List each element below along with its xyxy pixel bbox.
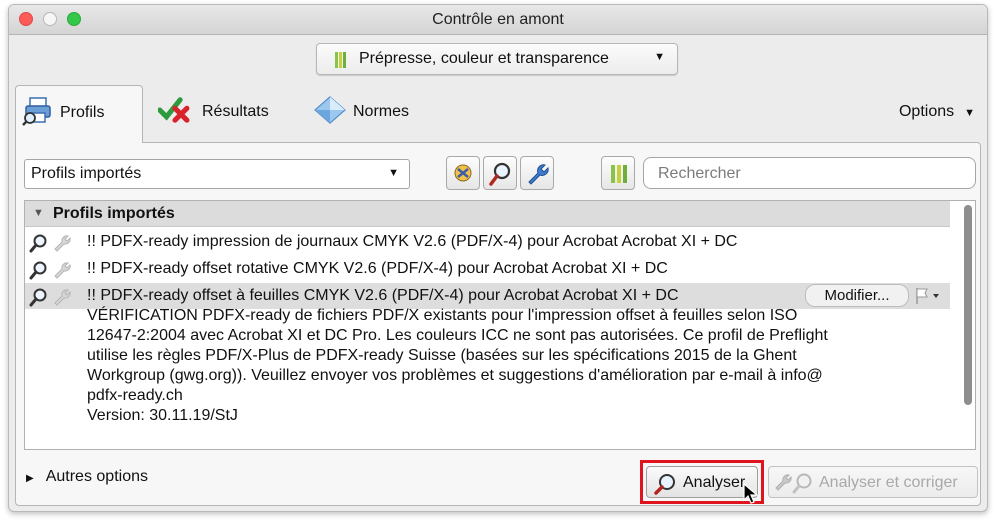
wrench-icon[interactable] <box>53 287 73 307</box>
color-filter-button[interactable] <box>601 156 635 190</box>
options-menu-button[interactable]: Options ▼ <box>899 103 975 121</box>
profile-list[interactable]: ▼ Profils importés !! PDFX-ready impress… <box>24 200 976 450</box>
diamond-icon <box>314 96 346 124</box>
printer-magnifier-icon <box>22 97 51 126</box>
cursor-icon <box>743 483 759 504</box>
scrollbar-thumb[interactable] <box>964 205 972 405</box>
options-label: Options <box>898 103 955 120</box>
tab-resultats[interactable]: Résultats <box>154 85 294 141</box>
search-input[interactable]: Rechercher <box>643 157 976 189</box>
tab-label: Normes <box>353 103 410 120</box>
analyze-and-fix-button[interactable]: Analyser et corriger <box>768 466 978 498</box>
fix-icon <box>454 164 472 182</box>
description-line: pdfx-ready.ch <box>87 387 183 404</box>
new-profile-button[interactable] <box>446 156 480 190</box>
chevron-down-icon: ▼ <box>388 167 399 179</box>
description-line: 12647-2:2004 avec Acrobat XI et DC Pro. … <box>87 327 828 344</box>
profiles-panel: Profils importés ▼ Rechercher ▼ Profils … <box>15 142 981 506</box>
magnifier-icon[interactable] <box>29 287 49 307</box>
profile-description: VÉRIFICATION PDFX-ready de fichiers PDF/… <box>87 306 947 426</box>
magnifier-icon[interactable] <box>29 233 49 253</box>
color-bars-icon <box>611 165 627 183</box>
disclosure-triangle-icon[interactable]: ▼ <box>33 207 44 219</box>
analyze-label: Analyser <box>683 474 746 491</box>
category-dropdown[interactable]: Prépresse, couleur et transparence ▼ <box>316 43 678 75</box>
tab-normes[interactable]: Normes <box>309 85 439 141</box>
analyze-and-fix-label: Analyser et corriger <box>819 474 958 491</box>
check-cross-icon <box>158 97 190 123</box>
category-label: Prépresse, couleur et transparence <box>359 50 609 67</box>
description-line: VÉRIFICATION PDFX-ready de fichiers PDF/… <box>87 307 798 324</box>
profile-name: !! PDFX-ready impression de journaux CMY… <box>87 233 738 250</box>
analyze-highlight: Analyser <box>640 460 764 504</box>
chevron-down-icon: ▼ <box>964 107 975 119</box>
magnifier-icon <box>654 474 675 495</box>
analyze-button[interactable]: Analyser <box>646 466 758 498</box>
magnifier-icon <box>489 162 511 186</box>
flag-menu-icon[interactable] <box>913 286 943 306</box>
more-options-toggle[interactable]: ▶ Autres options <box>26 468 148 486</box>
tab-label: Profils <box>60 104 105 121</box>
description-line: Version: 30.11.19/StJ <box>87 407 238 424</box>
wrench-icon[interactable] <box>53 233 73 253</box>
group-header[interactable]: ▼ Profils importés <box>25 201 950 227</box>
description-line: utilise les règles PDF/X-Plus de PDFX-re… <box>87 347 797 364</box>
profile-name: !! PDFX-ready offset rotative CMYK V2.6 … <box>87 260 668 277</box>
preflight-window: Contrôle en amont Prépresse, couleur et … <box>8 4 988 512</box>
chevron-down-icon: ▼ <box>654 51 665 63</box>
tab-profils[interactable]: Profils <box>15 85 143 143</box>
group-label: Profils importés <box>53 205 175 222</box>
modify-profile-button[interactable]: Modifier... <box>805 284 909 307</box>
search-profile-button[interactable] <box>483 156 517 190</box>
title-bar[interactable]: Contrôle en amont <box>9 5 987 35</box>
list-item[interactable]: !! PDFX-ready impression de journaux CMY… <box>25 229 950 255</box>
disclosure-triangle-icon: ▶ <box>26 473 34 484</box>
magnifier-icon[interactable] <box>29 260 49 280</box>
scrollbar[interactable] <box>963 205 973 445</box>
search-placeholder: Rechercher <box>658 165 741 182</box>
description-line: Workgroup (gwg.org)). Veuillez envoyer v… <box>87 367 823 384</box>
edit-profile-button[interactable] <box>520 156 554 190</box>
profile-group-value: Profils importés <box>31 165 142 182</box>
profile-group-select[interactable]: Profils importés ▼ <box>24 159 410 189</box>
tab-label: Résultats <box>202 103 269 120</box>
more-options-label: Autres options <box>45 468 148 485</box>
window-title: Contrôle en amont <box>432 11 564 28</box>
list-item[interactable]: !! PDFX-ready offset rotative CMYK V2.6 … <box>25 256 950 282</box>
color-bars-icon <box>335 52 351 68</box>
wrench-magnifier-icon <box>775 473 812 494</box>
wrench-icon[interactable] <box>53 260 73 280</box>
wrench-icon <box>528 164 549 185</box>
profile-name: !! PDFX-ready offset à feuilles CMYK V2.… <box>87 287 679 304</box>
